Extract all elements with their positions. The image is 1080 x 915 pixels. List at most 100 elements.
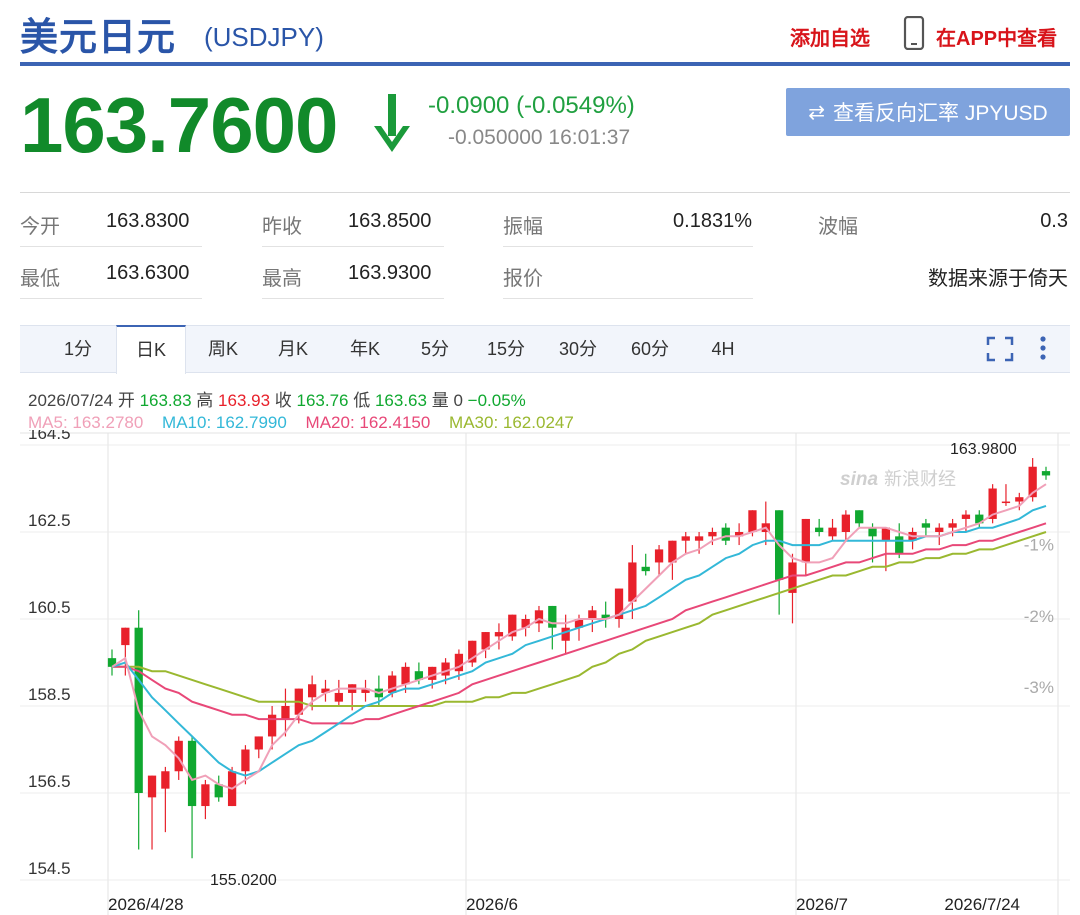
candle-body — [654, 549, 664, 563]
tab-monthly[interactable]: 月K — [268, 326, 318, 372]
candle-body — [668, 540, 677, 563]
candle-body — [815, 527, 824, 532]
page-title: 美元日元 — [20, 17, 177, 59]
tab-5min[interactable]: 5分 — [412, 326, 458, 372]
pct-tick-label: -3% — [1024, 678, 1054, 697]
reverse-rate-label: 查看反向汇率 JPYUSD — [833, 102, 1048, 125]
stat-label: 今开 — [20, 216, 60, 238]
watermark-text: 新浪财经 — [884, 469, 956, 489]
candle-body — [641, 566, 650, 572]
period-tabs: 1分 日K 周K 月K 年K 5分 15分 30分 60分 4H — [20, 325, 1070, 374]
x-axis-label: 2026/7/24 — [944, 895, 1020, 914]
candle-body — [588, 610, 597, 619]
sina-watermark: sina 新浪财经 — [840, 469, 956, 490]
stat-label: 振幅 — [503, 216, 543, 238]
candle-body — [147, 775, 157, 798]
view-in-app-button[interactable]: 在APP中查看 — [936, 22, 1057, 51]
tab-daily[interactable]: 日K — [116, 325, 186, 374]
candle-body — [935, 527, 944, 532]
stat-value: 0.1831% — [673, 210, 752, 232]
stat-label: 昨收 — [262, 216, 302, 238]
candle-body — [948, 523, 957, 528]
candle-body — [334, 692, 343, 702]
candle-body — [748, 510, 757, 532]
candle-body — [267, 714, 277, 737]
candle-body — [494, 632, 504, 637]
candle-body — [961, 514, 971, 519]
tab-4h[interactable]: 4H — [700, 326, 746, 372]
sina-logo-text: sina — [840, 469, 878, 490]
quote-divider — [20, 192, 1070, 193]
candle-body — [694, 536, 704, 541]
y-tick-label: 158.5 — [28, 685, 71, 704]
x-axis-label: 2026/4/28 — [108, 895, 184, 914]
add-watchlist-button[interactable]: 添加自选 — [790, 22, 870, 51]
price-change: -0.0900 (-0.0549%) — [428, 92, 635, 119]
candle-body — [841, 514, 850, 532]
stat-label: 波幅 — [818, 216, 858, 238]
ohlc-info-line: 2026/07/24 开 163.83 高 163.93 收 163.76 低 … — [28, 391, 526, 410]
price-change-time: -0.050000 16:01:37 — [448, 126, 631, 149]
more-options-icon[interactable] — [1036, 335, 1050, 363]
min-price-label: 155.0200 — [210, 872, 277, 889]
symbol-code: (USDJPY) — [204, 22, 324, 52]
candlestick-chart[interactable]: sina 新浪财经 164.5 162.5 160.5 158.5 156.5 154.5… — [0, 430, 1080, 915]
data-source-text: 数据来源于倚天 — [928, 268, 1068, 290]
tab-weekly[interactable]: 周K — [198, 326, 248, 372]
candle-body — [561, 627, 570, 641]
x-axis-label: 2026/6 — [466, 895, 518, 914]
candle-body — [708, 532, 717, 537]
candle-body — [721, 527, 730, 541]
swap-icon: ⇄ — [808, 101, 826, 124]
fullscreen-icon[interactable] — [986, 336, 1014, 362]
stat-value: 163.8500 — [348, 210, 432, 232]
y-tick-label: 162.5 — [28, 511, 71, 530]
candle-body — [401, 666, 410, 685]
x-axis-label: 2026/7 — [796, 895, 848, 914]
stat-value: 163.8300 — [106, 210, 190, 232]
phone-icon — [903, 16, 925, 50]
current-price: 163.7600 — [20, 81, 338, 169]
candle-body — [855, 510, 864, 524]
candle-body — [801, 518, 810, 563]
candle-body — [281, 706, 290, 720]
y-tick-label: 154.5 — [28, 859, 71, 878]
candle-body — [895, 536, 904, 554]
max-price-label: 163.9800 — [950, 441, 1017, 458]
candle-body — [161, 771, 170, 789]
tab-15min[interactable]: 15分 — [478, 326, 534, 372]
stat-value: 163.9300 — [348, 262, 432, 284]
y-tick-label: 164.5 — [28, 430, 71, 443]
tab-30min[interactable]: 30分 — [550, 326, 606, 372]
y-tick-label: 160.5 — [28, 598, 71, 617]
candle-body — [121, 627, 130, 646]
stat-label: 最低 — [20, 268, 60, 290]
tab-yearly[interactable]: 年K — [340, 326, 390, 372]
reverse-rate-button[interactable]: ⇄ 查看反向汇率 JPYUSD — [786, 88, 1070, 136]
candle-body — [1015, 497, 1024, 502]
candle-body — [681, 536, 690, 541]
down-arrow-icon — [374, 94, 410, 152]
header-divider — [20, 62, 1070, 66]
candle-body — [628, 562, 637, 602]
candle-body — [241, 749, 250, 772]
candle-body — [308, 684, 317, 698]
candle-body — [201, 784, 210, 807]
stat-label: 最高 — [262, 268, 302, 290]
stat-value: 0.3 — [1040, 210, 1068, 232]
candle-body — [428, 666, 437, 680]
candle-body — [254, 736, 263, 750]
candle-body — [921, 523, 931, 528]
candle-body — [441, 662, 450, 676]
candle-body — [1041, 471, 1051, 476]
tab-60min[interactable]: 60分 — [622, 326, 678, 372]
stat-label: 报价 — [503, 268, 543, 290]
candle-body — [828, 527, 837, 537]
candle-body — [868, 527, 877, 537]
tab-1min[interactable]: 1分 — [56, 326, 100, 372]
candle-body — [1001, 501, 1011, 504]
stat-value: 163.6300 — [106, 262, 190, 284]
pct-tick-label: -2% — [1024, 607, 1054, 626]
y-tick-label: 156.5 — [28, 772, 71, 791]
candle-body — [548, 605, 557, 628]
